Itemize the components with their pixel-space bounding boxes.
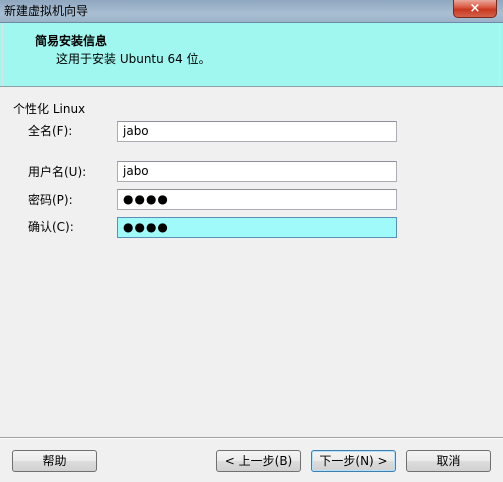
password-mask: ●●●● xyxy=(123,192,169,206)
full-name-label: 全名(F): xyxy=(28,124,73,138)
username-input[interactable]: jabo xyxy=(117,161,397,182)
back-button[interactable]: < 上一步(B) xyxy=(216,450,301,472)
confirm-password-label: 确认(C): xyxy=(28,220,74,234)
password-input[interactable]: ●●●● xyxy=(117,189,397,210)
password-label: 密码(P): xyxy=(28,193,73,207)
close-icon: × xyxy=(469,1,481,16)
next-button[interactable]: 下一步(N) > xyxy=(311,450,396,472)
username-label: 用户名(U): xyxy=(28,165,87,179)
cancel-button[interactable]: 取消 xyxy=(406,450,491,472)
confirm-password-mask: ●●●● xyxy=(123,220,169,234)
confirm-password-input[interactable]: ●●●● xyxy=(117,217,397,238)
header-banner: 简易安装信息 这用于安装 Ubuntu 64 位。 xyxy=(0,23,503,87)
page-heading: 简易安装信息 xyxy=(35,34,108,48)
window-title: 新建虚拟机向导 xyxy=(4,4,89,18)
close-button[interactable]: × xyxy=(453,0,497,18)
title-bar[interactable]: 新建虚拟机向导 × xyxy=(0,0,503,23)
personalize-linux-group-label: 个性化 Linux xyxy=(13,102,86,116)
new-vm-wizard-window: 新建虚拟机向导 × 简易安装信息 这用于安装 Ubuntu 64 位。 个性化 … xyxy=(0,0,503,482)
footer-divider xyxy=(0,437,503,439)
help-button[interactable]: 帮助 xyxy=(12,450,97,472)
page-subheading: 这用于安装 Ubuntu 64 位。 xyxy=(56,52,211,66)
full-name-input[interactable]: jabo xyxy=(117,121,397,142)
